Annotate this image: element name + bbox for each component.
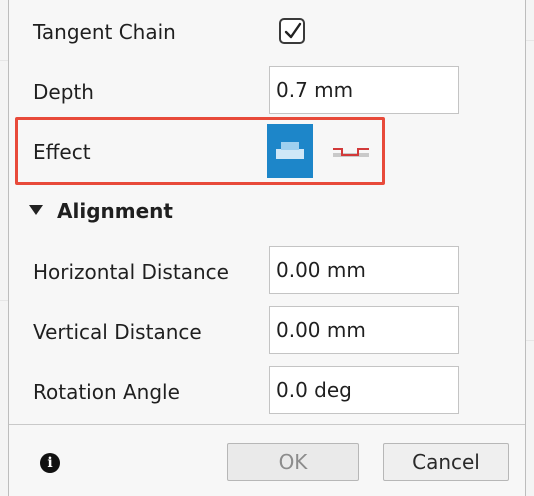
alignment-section-header[interactable]: Alignment [29, 198, 173, 224]
horizontal-distance-field[interactable]: 0.00 mm [269, 246, 459, 294]
vertical-distance-field[interactable]: 0.00 mm [269, 306, 459, 354]
emboss-dialog-panel: Tangent Chain Depth 0.7 mm Effect Alignm… [8, 0, 526, 496]
emboss-icon [276, 142, 304, 159]
effect-label: Effect [33, 140, 91, 164]
canvas-grid-line [526, 40, 534, 41]
alignment-title: Alignment [57, 199, 173, 223]
cancel-button[interactable]: Cancel [383, 443, 509, 481]
deboss-icon [333, 148, 369, 157]
vertical-distance-row: Vertical Distance 0.00 mm [9, 302, 525, 362]
tangent-chain-checkbox[interactable] [279, 18, 305, 44]
depth-label: Depth [33, 80, 94, 104]
canvas-grid-line [0, 300, 8, 301]
footer-divider [9, 424, 525, 425]
rotation-angle-row: Rotation Angle 0.0 deg [9, 362, 525, 422]
ok-button[interactable]: OK [227, 443, 359, 481]
caret-down-icon [29, 205, 43, 215]
canvas-grid-line [0, 60, 8, 61]
rotation-angle-label: Rotation Angle [33, 380, 180, 404]
horizontal-distance-row: Horizontal Distance 0.00 mm [9, 242, 525, 302]
vertical-distance-label: Vertical Distance [33, 320, 202, 344]
tangent-chain-label: Tangent Chain [33, 20, 176, 44]
tangent-chain-row: Tangent Chain [9, 2, 525, 62]
emboss-effect-button[interactable] [267, 124, 313, 178]
depth-field[interactable]: 0.7 mm [269, 66, 459, 114]
info-icon[interactable]: i [40, 453, 60, 473]
horizontal-distance-label: Horizontal Distance [33, 260, 229, 284]
rotation-angle-field[interactable]: 0.0 deg [269, 366, 459, 414]
deboss-effect-button[interactable] [329, 124, 375, 178]
depth-row: Depth 0.7 mm [9, 62, 525, 122]
checkmark-icon [284, 22, 302, 39]
canvas-grid-line [526, 340, 534, 341]
